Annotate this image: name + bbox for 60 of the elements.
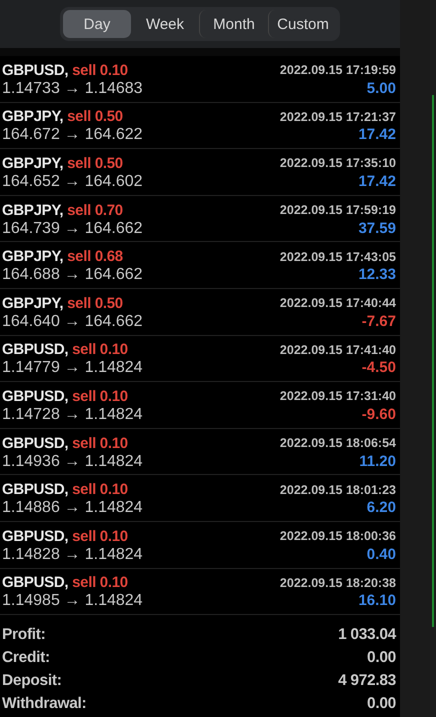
deal-profit: 11.20: [358, 452, 396, 471]
deal-time: 2022.09.15 18:06:54: [280, 436, 396, 450]
summary-value: 1 033.04: [338, 626, 396, 644]
deal-profit: 12.33: [357, 266, 396, 284]
deal-prices: 1.14886 → 1.14824: [2, 499, 144, 518]
deal-title: GBPJPY, sell 0.50: [2, 294, 124, 312]
deal-title: GBPUSD, sell 0.10: [2, 341, 129, 358]
deal-profit: 16.10: [357, 592, 396, 610]
deal-title: GBPUSD, sell 0.10: [2, 62, 129, 79]
deal-time: 2022.09.15 17:59:19: [280, 203, 396, 218]
deal-prices: 164.739 → 164.662: [2, 220, 144, 238]
summary-label: Profit:: [2, 626, 46, 644]
summary-value: 4 972.83: [338, 672, 396, 690]
deal-title: GBPJPY, sell 0.68: [2, 248, 124, 266]
deal-title: GBPUSD, sell 0.10: [2, 574, 129, 592]
period-tab[interactable]: Custom: [268, 10, 337, 38]
deal-prices: 1.14733 → 1.14683: [2, 80, 144, 98]
deal-prices: 1.14936 → 1.14824: [2, 452, 144, 471]
deal-title: GBPJPY, sell 0.50: [2, 154, 124, 172]
deal-profit: -7.67: [360, 312, 396, 331]
period-tab[interactable]: Month: [199, 10, 268, 38]
deal-time: 2022.09.15 17:21:37: [280, 110, 396, 124]
deal-title: GBPUSD, sell 0.10: [2, 434, 129, 452]
deal-prices: 164.672 → 164.622: [2, 126, 144, 144]
deal-time: 2022.09.15 17:40:44: [280, 296, 396, 310]
deal-time: 2022.09.15 18:20:38: [280, 576, 396, 590]
deal-title: GBPJPY, sell 0.50: [2, 108, 124, 126]
summary-label: Deposit:: [2, 672, 62, 690]
deal-prices: 164.640 → 164.662: [2, 312, 144, 331]
deal-title: GBPUSD, sell 0.10: [2, 388, 129, 405]
summary-label: Credit:: [2, 648, 50, 667]
deal-profit: 37.59: [357, 220, 396, 238]
deal-prices: 164.688 → 164.662: [2, 266, 144, 284]
deal-prices: 1.14985 → 1.14824: [2, 592, 144, 610]
deal-profit: 17.42: [357, 126, 396, 144]
deal-time: 2022.09.15 17:19:59: [280, 63, 396, 78]
deal-time: 2022.09.15 17:31:40: [280, 389, 396, 404]
deal-prices: 1.14828 → 1.14824: [2, 546, 144, 564]
summary-label: Withdrawal:: [2, 694, 86, 713]
deal-time: 2022.09.15 17:35:10: [280, 156, 396, 170]
summary-value: 0.00: [367, 648, 396, 667]
deal-time: 2022.09.15 18:00:36: [280, 529, 396, 544]
deal-profit: 6.20: [366, 499, 396, 518]
period-tab[interactable]: Day: [63, 10, 131, 38]
deal-time: 2022.09.15 18:01:23: [280, 482, 396, 497]
deal-profit: -4.50: [360, 359, 396, 378]
period-tab[interactable]: Week: [131, 10, 199, 38]
deal-title: GBPUSD, sell 0.10: [2, 528, 129, 545]
summary-value: 0.00: [367, 694, 396, 713]
deal-title: GBPUSD, sell 0.10: [2, 481, 129, 498]
deal-profit: 5.00: [366, 80, 396, 98]
deal-prices: 164.652 → 164.602: [2, 172, 144, 191]
deal-profit: 0.40: [366, 546, 396, 564]
deal-title: GBPJPY, sell 0.70: [2, 202, 124, 219]
deal-time: 2022.09.15 17:41:40: [280, 342, 396, 357]
deal-prices: 1.14779 → 1.14824: [2, 359, 144, 378]
deal-profit: 17.42: [357, 172, 396, 191]
deal-time: 2022.09.15 17:43:05: [280, 250, 396, 264]
deal-prices: 1.14728 → 1.14824: [2, 406, 144, 424]
deal-profit: -9.60: [360, 406, 396, 424]
